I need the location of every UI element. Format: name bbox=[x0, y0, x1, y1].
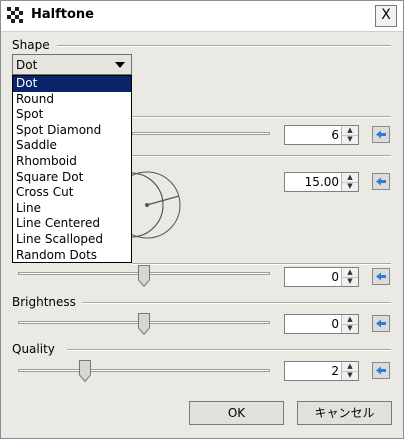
close-button[interactable]: X bbox=[375, 5, 397, 27]
contrast-value: 0 bbox=[331, 270, 339, 284]
halftone-app-icon bbox=[7, 7, 25, 25]
size-down-arrow[interactable]: ▼ bbox=[342, 135, 358, 144]
shape-option[interactable]: Line Scalloped bbox=[13, 232, 131, 248]
shape-option[interactable]: Cross Cut bbox=[13, 185, 131, 201]
angle-value: 15.00 bbox=[304, 175, 339, 189]
quality-value: 2 bbox=[331, 364, 339, 378]
ok-button[interactable]: OK bbox=[189, 401, 284, 425]
shape-select[interactable]: Dot bbox=[12, 54, 132, 75]
chevron-down-icon bbox=[115, 62, 125, 68]
angle-divider bbox=[132, 155, 391, 157]
angle-spinner[interactable]: 15.00 ▲ ▼ bbox=[284, 172, 359, 192]
size-reset-button[interactable] bbox=[372, 126, 390, 143]
brightness-value: 0 bbox=[331, 317, 339, 331]
shape-option[interactable]: Line bbox=[13, 201, 131, 217]
reset-arrow-icon bbox=[376, 272, 386, 281]
reset-arrow-icon bbox=[376, 130, 386, 139]
quality-down-arrow[interactable]: ▼ bbox=[342, 371, 358, 380]
shape-dropdown-list[interactable]: Dot Round Spot Spot Diamond Saddle Rhomb… bbox=[12, 75, 132, 263]
halftone-dialog: Halftone X Shape Dot 6 ▲ ▼ 15.00 ▲ ▼ 0 ▲ ▼ bbox=[0, 0, 404, 439]
reset-arrow-icon bbox=[376, 366, 386, 375]
brightness-spinner[interactable]: 0 ▲ ▼ bbox=[284, 314, 359, 334]
shape-label: Shape bbox=[12, 38, 50, 52]
angle-dial[interactable] bbox=[127, 167, 187, 243]
contrast-divider bbox=[132, 263, 391, 265]
contrast-reset-button[interactable] bbox=[372, 268, 390, 285]
brightness-slider-thumb[interactable] bbox=[138, 313, 150, 335]
reset-arrow-icon bbox=[376, 177, 386, 186]
shape-selected-value: Dot bbox=[16, 58, 38, 72]
reset-arrow-icon bbox=[376, 319, 386, 328]
brightness-reset-button[interactable] bbox=[372, 315, 390, 332]
brightness-divider bbox=[82, 302, 391, 304]
size-spinner[interactable]: 6 ▲ ▼ bbox=[284, 125, 359, 145]
shape-option[interactable]: Dot bbox=[13, 76, 131, 92]
shape-option[interactable]: Random Dots bbox=[13, 248, 131, 264]
brightness-down-arrow[interactable]: ▼ bbox=[342, 324, 358, 333]
title-bar[interactable]: Halftone X bbox=[1, 1, 403, 32]
brightness-label: Brightness bbox=[12, 295, 76, 309]
contrast-down-arrow[interactable]: ▼ bbox=[342, 277, 358, 286]
shape-option[interactable]: Spot Diamond bbox=[13, 123, 131, 139]
contrast-slider-thumb[interactable] bbox=[138, 265, 150, 287]
cancel-button[interactable]: キャンセル bbox=[297, 401, 392, 425]
shape-option[interactable]: Saddle bbox=[13, 138, 131, 154]
quality-label: Quality bbox=[12, 342, 55, 356]
shape-option[interactable]: Spot bbox=[13, 107, 131, 123]
angle-reset-button[interactable] bbox=[372, 173, 390, 190]
size-value: 6 bbox=[331, 128, 339, 142]
close-icon: X bbox=[381, 7, 391, 23]
quality-divider bbox=[67, 349, 391, 351]
quality-spinner[interactable]: 2 ▲ ▼ bbox=[284, 361, 359, 381]
angle-down-arrow[interactable]: ▼ bbox=[342, 182, 358, 191]
quality-slider-thumb[interactable] bbox=[79, 360, 91, 382]
quality-slider-track[interactable] bbox=[18, 369, 270, 372]
shape-option[interactable]: Round bbox=[13, 92, 131, 108]
shape-divider bbox=[57, 45, 391, 47]
contrast-spinner[interactable]: 0 ▲ ▼ bbox=[284, 267, 359, 287]
shape-option[interactable]: Rhomboid bbox=[13, 154, 131, 170]
quality-reset-button[interactable] bbox=[372, 362, 390, 379]
size-slider-track[interactable] bbox=[132, 132, 270, 135]
shape-option[interactable]: Line Centered bbox=[13, 216, 131, 232]
size-divider bbox=[132, 116, 391, 118]
window-title: Halftone bbox=[31, 7, 94, 22]
shape-option[interactable]: Square Dot bbox=[13, 170, 131, 186]
